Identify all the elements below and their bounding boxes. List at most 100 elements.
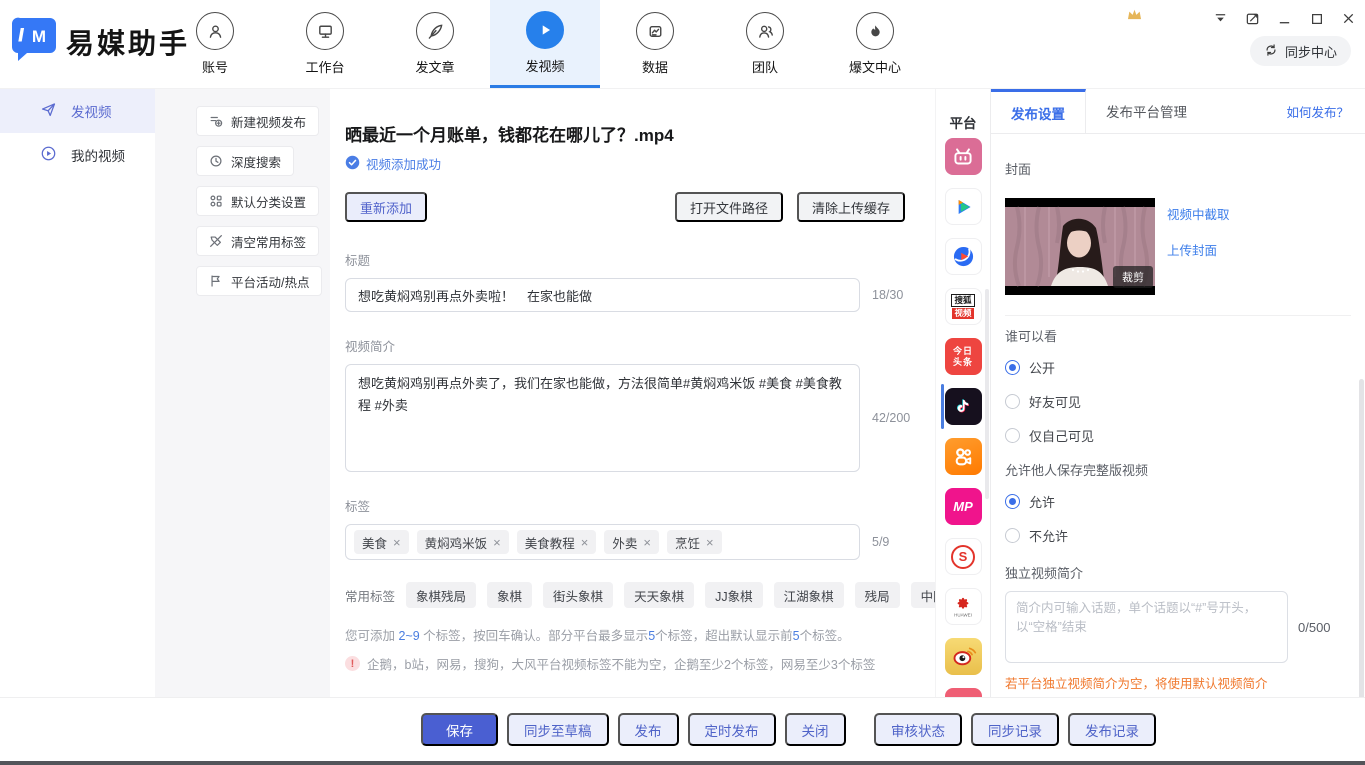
default-category-settings-button[interactable]: 默认分类设置 xyxy=(196,186,319,216)
minimize-icon[interactable] xyxy=(1276,10,1293,27)
scheduled-publish-button[interactable]: 定时发布 xyxy=(688,713,776,746)
platform-weibo-icon[interactable] xyxy=(945,638,982,675)
nav-item-publish-article[interactable]: 发文章 xyxy=(380,0,490,88)
visibility-option-friends[interactable]: 好友可见 xyxy=(1005,389,1351,413)
platform-bilibili-icon[interactable] xyxy=(945,138,982,175)
empty-desc-note: 若平台独立视频简介为空，将使用默认视频简介 xyxy=(1005,673,1351,692)
platform-kuaishou-icon[interactable] xyxy=(945,438,982,475)
tag-pill: 烹饪× xyxy=(667,530,722,554)
common-tag[interactable]: 天天象棋 xyxy=(624,582,694,608)
platform-partial-icon[interactable] xyxy=(945,688,982,697)
nav-item-hot-center[interactable]: 爆文中心 xyxy=(820,0,930,88)
close-button[interactable]: 关闭 xyxy=(785,713,846,746)
independent-desc-textarea[interactable] xyxy=(1005,591,1288,663)
crop-badge[interactable]: 裁剪 xyxy=(1113,266,1153,288)
radio-selected-icon[interactable] xyxy=(1005,494,1020,509)
title-input[interactable] xyxy=(345,278,860,312)
hot-center-icon xyxy=(856,12,894,50)
nav-item-data[interactable]: 数据 xyxy=(600,0,710,88)
tags-input-box[interactable]: 美食× 黄焖鸡米饭× 美食教程× 外卖× 烹饪× xyxy=(345,524,860,560)
common-tag[interactable]: 街头象棋 xyxy=(543,582,613,608)
sidebar-item-publish-video[interactable]: 发视频 xyxy=(0,89,155,133)
remove-tag-icon[interactable]: × xyxy=(581,535,589,550)
allow-save-option-deny[interactable]: 不允许 xyxy=(1005,523,1351,547)
platform-row: MP xyxy=(936,488,991,525)
visibility-option-public[interactable]: 公开 xyxy=(1005,355,1351,379)
publish-settings-panel: 发布设置 发布平台管理 如何发布？ 封面 xyxy=(990,89,1365,697)
remove-tag-icon[interactable]: × xyxy=(706,535,714,550)
tag-pill: 美食× xyxy=(354,530,409,554)
platform-haokan-video-icon[interactable] xyxy=(945,238,982,275)
tab-platform-management[interactable]: 发布平台管理 xyxy=(1086,89,1207,133)
collapse-menu-icon[interactable] xyxy=(1212,10,1229,27)
capture-from-video-link[interactable]: 视频中截取 xyxy=(1167,204,1230,223)
publish-button[interactable]: 发布 xyxy=(618,713,679,746)
nav-item-account[interactable]: 账号 xyxy=(160,0,270,88)
tags-counter: 5/9 xyxy=(872,535,889,549)
platform-douyin-icon[interactable] xyxy=(945,388,982,425)
new-video-publish-button[interactable]: 新建视频发布 xyxy=(196,106,319,136)
common-tag[interactable]: JJ象棋 xyxy=(705,582,763,608)
tools-column: 新建视频发布 深度搜索 默认分类设置 清空常用标签 平台活动/热点 xyxy=(155,89,330,697)
remove-tag-icon[interactable]: × xyxy=(643,535,651,550)
sidebar-item-label: 发视频 xyxy=(71,101,112,121)
close-icon[interactable] xyxy=(1340,10,1357,27)
maximize-icon[interactable] xyxy=(1308,10,1325,27)
allow-save-option-allow[interactable]: 允许 xyxy=(1005,489,1351,513)
platform-activity-button[interactable]: 平台活动/热点 xyxy=(196,266,322,296)
nav-label: 发文章 xyxy=(415,57,454,76)
nav-label: 团队 xyxy=(752,57,778,76)
how-to-publish-link[interactable]: 如何发布？ xyxy=(1286,89,1365,133)
nav-item-workbench[interactable]: 工作台 xyxy=(270,0,380,88)
radio-label: 公开 xyxy=(1029,358,1055,377)
radio-icon[interactable] xyxy=(1005,428,1020,443)
radio-icon[interactable] xyxy=(1005,528,1020,543)
clear-common-tags-button[interactable]: 清空常用标签 xyxy=(196,226,319,256)
review-status-button[interactable]: 审核状态 xyxy=(874,713,962,746)
sync-to-draft-button[interactable]: 同步至草稿 xyxy=(507,713,609,746)
feedback-icon[interactable] xyxy=(1244,10,1261,27)
remove-tag-icon[interactable]: × xyxy=(493,535,501,550)
remove-tag-icon[interactable]: × xyxy=(393,535,401,550)
upgrade-crown-icon[interactable] xyxy=(1126,7,1143,22)
platform-sohu-hao-icon[interactable]: S xyxy=(945,538,982,575)
cover-thumbnail[interactable]: 裁剪 xyxy=(1005,198,1155,295)
settings-scrollbar[interactable] xyxy=(1359,379,1364,709)
re-add-button[interactable]: 重新添加 xyxy=(345,192,427,222)
sync-records-button[interactable]: 同步记录 xyxy=(971,713,1059,746)
settings-tabs: 发布设置 发布平台管理 如何发布？ xyxy=(991,89,1365,134)
common-tag[interactable]: 残局 xyxy=(855,582,900,608)
tab-publish-settings[interactable]: 发布设置 xyxy=(991,89,1086,133)
publish-records-button[interactable]: 发布记录 xyxy=(1068,713,1156,746)
clear-upload-cache-button[interactable]: 清除上传缓存 xyxy=(797,192,905,222)
common-tag[interactable]: 江湖象棋 xyxy=(774,582,844,608)
platform-scrollbar[interactable] xyxy=(985,289,989,499)
window-bottom-edge xyxy=(0,761,1365,765)
radio-selected-icon[interactable] xyxy=(1005,360,1020,375)
platform-row xyxy=(936,688,991,697)
platform-meipai-icon[interactable]: MP xyxy=(945,488,982,525)
sync-center-button[interactable]: 同步中心 xyxy=(1250,36,1351,66)
visibility-option-private[interactable]: 仅自己可见 xyxy=(1005,423,1351,447)
platform-toutiao-icon[interactable]: 今日 头条 xyxy=(945,338,982,375)
platform-sohu-video-icon[interactable]: 搜狐 视频 xyxy=(945,288,982,325)
team-icon xyxy=(746,12,784,50)
title-counter: 18/30 xyxy=(872,288,903,302)
open-file-path-button[interactable]: 打开文件路径 xyxy=(675,192,783,222)
video-desc-textarea[interactable]: 想吃黄焖鸡别再点外卖了，我们在家也能做，方法很简单#黄焖鸡米饭 #美食 #美食教… xyxy=(345,364,860,472)
radio-icon[interactable] xyxy=(1005,394,1020,409)
nav-label: 爆文中心 xyxy=(849,57,901,76)
common-tag[interactable]: 象棋 xyxy=(487,582,532,608)
save-button[interactable]: 保存 xyxy=(421,713,498,746)
deep-search-button[interactable]: 深度搜索 xyxy=(196,146,294,176)
sidebar-item-my-videos[interactable]: 我的视频 xyxy=(0,133,155,177)
platform-tencent-video-icon[interactable] xyxy=(945,188,982,225)
tag-pill: 黄焖鸡米饭× xyxy=(417,530,509,554)
svg-text:HUAWEI: HUAWEI xyxy=(954,612,972,617)
platform-huawei-icon[interactable]: HUAWEI xyxy=(945,588,982,625)
common-tag[interactable]: 象棋残局 xyxy=(406,582,476,608)
nav-item-publish-video[interactable]: 发视频 xyxy=(490,0,600,88)
upload-cover-link[interactable]: 上传封面 xyxy=(1167,240,1230,259)
nav-item-team[interactable]: 团队 xyxy=(710,0,820,88)
category-grid-icon xyxy=(209,194,223,208)
